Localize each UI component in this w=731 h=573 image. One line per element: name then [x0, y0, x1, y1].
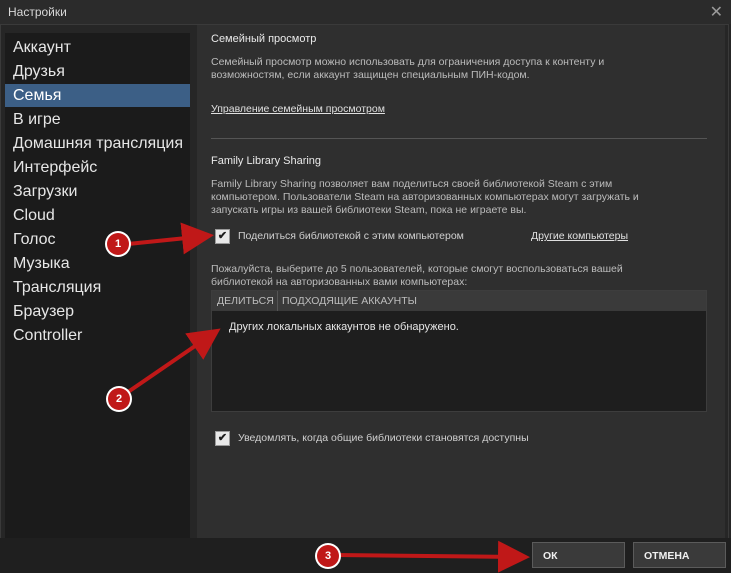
sidebar-item-friends[interactable]: Друзья [5, 60, 190, 83]
select-users-text-2: библиотекой на авторизованных вами компь… [211, 276, 468, 288]
sidebar-item-in-game[interactable]: В игре [5, 108, 190, 131]
other-computers-link[interactable]: Другие компьютеры [531, 230, 628, 242]
section-divider [211, 138, 707, 139]
sidebar-item-family[interactable]: Семья [5, 84, 190, 107]
column-share[interactable]: ДЕЛИТЬСЯ [217, 291, 274, 311]
window-title: Настройки [8, 5, 67, 19]
eligible-accounts-table[interactable]: ДЕЛИТЬСЯ ПОДХОДЯЩИЕ АККАУНТЫ Других лока… [211, 290, 707, 412]
annotation-badge-1: 1 [107, 233, 129, 255]
sidebar-item-account[interactable]: Аккаунт [5, 36, 190, 59]
share-library-label: Поделиться библиотекой с этим компьютеро… [238, 230, 464, 242]
ok-button[interactable]: ОК [532, 542, 625, 568]
table-header: ДЕЛИТЬСЯ ПОДХОДЯЩИЕ АККАУНТЫ [212, 291, 706, 311]
sidebar-item-music[interactable]: Музыка [5, 252, 190, 275]
sidebar-item-interface[interactable]: Интерфейс [5, 156, 190, 179]
close-icon[interactable]: ✕ [710, 2, 723, 22]
family-view-description-2: возможностям, если аккаунт защищен специ… [211, 69, 530, 81]
share-library-checkbox[interactable]: ✔ [215, 229, 230, 244]
annotation-badge-3: 3 [317, 545, 339, 567]
settings-sidebar: Аккаунт Друзья Семья В игре Домашняя тра… [5, 33, 190, 538]
notify-checkbox[interactable]: ✔ [215, 431, 230, 446]
library-sharing-description-2: компьютером. Пользователи Steam на автор… [211, 191, 639, 203]
cancel-button[interactable]: ОТМЕНА [633, 542, 726, 568]
sidebar-item-cloud[interactable]: Cloud [5, 204, 190, 227]
sidebar-item-broadcasting[interactable]: Трансляция [5, 276, 190, 299]
sidebar-item-controller[interactable]: Controller [5, 324, 190, 347]
library-sharing-description-1: Family Library Sharing позволяет вам под… [211, 178, 613, 190]
title-bar: Настройки ✕ [0, 0, 731, 24]
notify-label: Уведомлять, когда общие библиотеки стано… [238, 432, 529, 444]
dialog-footer: ОК ОТМЕНА [0, 538, 731, 573]
sidebar-item-browser[interactable]: Браузер [5, 300, 190, 323]
sidebar-item-home-streaming[interactable]: Домашняя трансляция [5, 132, 190, 155]
family-view-heading: Семейный просмотр [211, 33, 317, 45]
column-eligible-accounts[interactable]: ПОДХОДЯЩИЕ АККАУНТЫ [282, 291, 417, 311]
sidebar-item-downloads[interactable]: Загрузки [5, 180, 190, 203]
family-view-description-1: Семейный просмотр можно использовать для… [211, 56, 605, 68]
library-sharing-description-3: запускать игры из вашей библиотеки Steam… [211, 204, 527, 216]
empty-accounts-message: Других локальных аккаунтов не обнаружено… [229, 321, 459, 333]
family-settings-panel: Семейный просмотр Семейный просмотр можн… [197, 25, 725, 538]
library-sharing-heading: Family Library Sharing [211, 155, 322, 167]
select-users-text-1: Пожалуйста, выберите до 5 пользователей,… [211, 263, 623, 275]
manage-family-view-link[interactable]: Управление семейным просмотром [211, 103, 385, 115]
annotation-badge-2: 2 [108, 388, 130, 410]
sidebar-item-voice[interactable]: Голос [5, 228, 190, 251]
